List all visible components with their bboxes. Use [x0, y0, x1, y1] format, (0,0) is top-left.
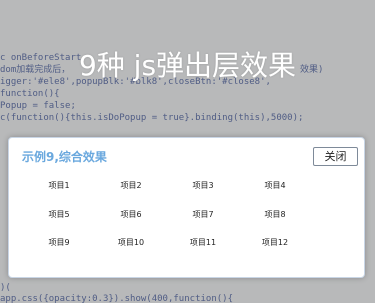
list-item[interactable]: 项目11	[167, 233, 239, 262]
list-item[interactable]: 项目9	[23, 233, 95, 262]
list-item[interactable]: 项目8	[239, 205, 311, 234]
item-grid: 项目1 项目2 项目3 项目4 项目5 项目6 项目7 项目8 项目9 项目10…	[23, 176, 313, 262]
list-item[interactable]: 项目4	[239, 176, 311, 205]
list-item[interactable]: 项目6	[95, 205, 167, 234]
popup-dialog: 示例9,综合效果 关闭 项目1 项目2 项目3 项目4 项目5 项目6 项目7 …	[8, 137, 365, 278]
list-item[interactable]: 项目1	[23, 176, 95, 205]
list-item[interactable]: 项目5	[23, 205, 95, 234]
list-item[interactable]: 项目10	[95, 233, 167, 262]
close-button[interactable]: 关闭	[313, 147, 358, 166]
popup-header: 示例9,综合效果 关闭	[9, 138, 364, 170]
list-item[interactable]: 项目12	[239, 233, 311, 262]
list-item[interactable]: 项目7	[167, 205, 239, 234]
list-item[interactable]: 项目3	[167, 176, 239, 205]
page-banner-title: 9种 js弹出层效果	[78, 49, 297, 82]
popup-title: 示例9,综合效果	[22, 150, 107, 164]
list-item[interactable]: 项目2	[95, 176, 167, 205]
